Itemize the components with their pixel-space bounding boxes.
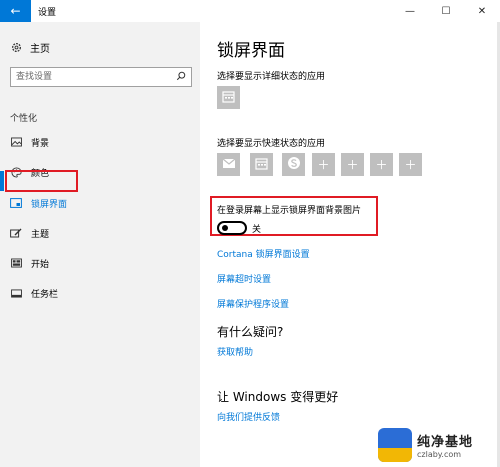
watermark-url: czlaby.com bbox=[417, 450, 462, 459]
calendar-icon bbox=[255, 157, 268, 173]
plus-icon: ＋ bbox=[346, 158, 359, 172]
watermark-logo-icon bbox=[378, 428, 412, 462]
cortana-lock-screen-link[interactable]: Cortana 锁屏界面设置 bbox=[217, 247, 310, 260]
sidebar-item-themes[interactable]: 主题 bbox=[10, 225, 49, 241]
improve-windows-title: 让 Windows 变得更好 bbox=[217, 390, 339, 404]
screen-saver-link[interactable]: 屏幕保护程序设置 bbox=[217, 297, 289, 310]
quick-status-tile-add-3[interactable]: ＋ bbox=[370, 153, 393, 176]
watermark-text: 纯净基地 czlaby.com bbox=[417, 431, 473, 459]
questions-title: 有什么疑问? bbox=[217, 325, 284, 339]
quick-status-tile-add-2[interactable]: ＋ bbox=[341, 153, 364, 176]
plus-icon: ＋ bbox=[317, 158, 330, 172]
sidebar-item-label: 锁屏界面 bbox=[31, 199, 68, 210]
search-icon[interactable] bbox=[176, 71, 186, 84]
calendar-icon bbox=[222, 90, 235, 106]
maximize-icon: ☐ bbox=[441, 5, 451, 17]
close-icon: ✕ bbox=[477, 5, 487, 17]
search-box[interactable] bbox=[10, 67, 192, 87]
maximize-button[interactable]: ☐ bbox=[428, 0, 464, 22]
sidebar-item-lock-screen[interactable]: 锁屏界面 bbox=[10, 195, 67, 211]
watermark: 纯净基地 czlaby.com bbox=[378, 425, 498, 465]
quick-status-label: 选择要显示快速状态的应用 bbox=[217, 139, 326, 149]
quick-status-tile-mail[interactable] bbox=[217, 153, 240, 176]
lock-screen-highlight-box bbox=[5, 170, 78, 192]
minimize-button[interactable]: — bbox=[392, 0, 428, 22]
page-title: 锁屏界面 bbox=[217, 41, 285, 61]
picture-icon bbox=[10, 136, 22, 148]
lock-screen-icon bbox=[10, 197, 22, 209]
background-toggle-switch[interactable] bbox=[217, 221, 247, 235]
minimize-icon: — bbox=[405, 5, 415, 17]
sidebar-item-home[interactable]: 主页 bbox=[10, 40, 50, 55]
sidebar-item-start[interactable]: 开始 bbox=[10, 255, 49, 271]
back-button[interactable]: ← bbox=[0, 0, 31, 22]
toggle-state-label: 关 bbox=[252, 225, 262, 235]
quick-status-tile-add-1[interactable]: ＋ bbox=[312, 153, 335, 176]
start-icon bbox=[10, 257, 22, 269]
mail-icon bbox=[222, 158, 236, 172]
search-input[interactable] bbox=[11, 68, 171, 86]
home-label: 主页 bbox=[30, 44, 50, 55]
sidebar-item-background[interactable]: 背景 bbox=[10, 134, 49, 150]
feedback-link[interactable]: 向我们提供反馈 bbox=[217, 410, 280, 423]
sidebar-item-label: 主题 bbox=[31, 229, 50, 240]
plus-icon: ＋ bbox=[404, 158, 417, 172]
screen-timeout-link[interactable]: 屏幕超时设置 bbox=[217, 272, 271, 285]
content-pane: 锁屏界面 选择要显示详细状态的应用 选择要显示快速状态的应用 ＋ ＋ ＋ ＋ 在… bbox=[200, 22, 498, 467]
get-help-link[interactable]: 获取帮助 bbox=[217, 345, 253, 358]
back-arrow-icon: ← bbox=[10, 4, 21, 18]
sidebar-item-label: 背景 bbox=[31, 138, 50, 149]
quick-status-tile-add-4[interactable]: ＋ bbox=[399, 153, 422, 176]
quick-status-tile-skype[interactable] bbox=[282, 153, 305, 176]
quick-status-tile-calendar[interactable] bbox=[250, 153, 273, 176]
taskbar-icon bbox=[10, 287, 22, 299]
gear-icon bbox=[10, 42, 22, 54]
brush-icon bbox=[10, 227, 22, 239]
active-indicator bbox=[0, 171, 4, 191]
detailed-status-label: 选择要显示详细状态的应用 bbox=[217, 72, 326, 82]
toggle-knob bbox=[222, 225, 228, 231]
plus-icon: ＋ bbox=[375, 158, 388, 172]
sidebar-item-label: 开始 bbox=[31, 259, 50, 270]
sidebar: 主页 个性化 背景 颜色 锁屏界面 主题 开始 bbox=[0, 22, 200, 467]
title-bar: ← 设置 — ☐ ✕ bbox=[0, 0, 500, 22]
skype-icon bbox=[287, 156, 301, 173]
sidebar-item-taskbar[interactable]: 任务栏 bbox=[10, 285, 58, 301]
section-label: 个性化 bbox=[10, 114, 38, 124]
watermark-name: 纯净基地 bbox=[417, 435, 474, 450]
detailed-status-tile[interactable] bbox=[217, 86, 240, 109]
sidebar-item-label: 任务栏 bbox=[31, 289, 59, 300]
window-title: 设置 bbox=[38, 8, 57, 18]
close-button[interactable]: ✕ bbox=[464, 0, 500, 22]
